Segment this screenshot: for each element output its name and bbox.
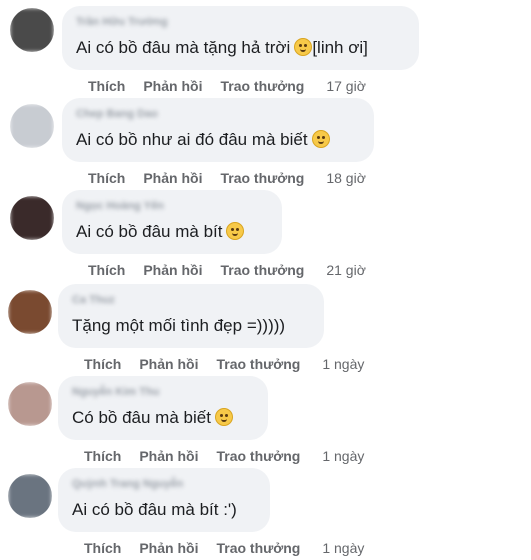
avatar[interactable] bbox=[10, 196, 54, 240]
comment-author[interactable]: Quỳnh Trang Nguyễn bbox=[72, 478, 256, 492]
reward-button[interactable]: Trao thưởng bbox=[220, 78, 304, 94]
like-button[interactable]: Thích bbox=[84, 540, 121, 556]
comment-bubble: Ca Thuz Tặng một mối tình đẹp =))))) bbox=[58, 284, 324, 348]
avatar[interactable] bbox=[10, 104, 54, 148]
comment-author[interactable]: Ca Thuz bbox=[72, 294, 310, 308]
comment-timestamp[interactable]: 1 ngày bbox=[322, 540, 364, 556]
reply-button[interactable]: Phản hồi bbox=[143, 262, 202, 278]
comment-text: Ai có bồ đâu mà tặng hả trời [linh ơi] bbox=[76, 38, 368, 57]
avatar[interactable] bbox=[10, 8, 54, 52]
comment-author[interactable]: Trần Hữu Trường bbox=[76, 16, 405, 30]
laughing-tears-emoji bbox=[294, 38, 313, 56]
comment-author[interactable]: Nguyễn Kim Thu bbox=[72, 386, 254, 400]
comment-text: Có bồ đâu mà biết bbox=[72, 408, 254, 428]
reply-button[interactable]: Phản hồi bbox=[139, 540, 198, 556]
like-button[interactable]: Thích bbox=[88, 170, 125, 186]
comment-text: Tặng một mối tình đẹp =))))) bbox=[72, 316, 286, 335]
comment-item: Chep Bang Dao Ai có bồ như ai đó đâu mà … bbox=[0, 98, 531, 190]
comment-text: Ai có bồ đâu mà bít :') bbox=[72, 500, 237, 519]
reply-button[interactable]: Phản hồi bbox=[139, 356, 198, 372]
comment-text: Ai có bồ như ai đó đâu mà biết bbox=[76, 130, 360, 150]
comment-actions: Thích Phản hồi Trao thưởng 1 ngày bbox=[84, 540, 364, 556]
comment-bubble: Chep Bang Dao Ai có bồ như ai đó đâu mà … bbox=[62, 98, 374, 162]
comment-timestamp[interactable]: 18 giờ bbox=[326, 170, 366, 186]
comment-timestamp[interactable]: 21 giờ bbox=[326, 262, 366, 278]
comment-timestamp[interactable]: 1 ngày bbox=[322, 356, 364, 372]
like-button[interactable]: Thích bbox=[84, 356, 121, 372]
comment-item: Ca Thuz Tặng một mối tình đẹp =))))) Thí… bbox=[0, 284, 531, 376]
comment-actions: Thích Phản hồi Trao thưởng 17 giờ bbox=[88, 78, 366, 94]
comment-timestamp[interactable]: 17 giờ bbox=[326, 78, 366, 94]
rolling-eyes-emoji bbox=[311, 130, 330, 148]
comment-item: Quỳnh Trang Nguyễn Ai có bồ đâu mà bít :… bbox=[0, 468, 531, 560]
like-button[interactable]: Thích bbox=[84, 448, 121, 464]
sad-emoji bbox=[214, 408, 233, 426]
comment-bubble: Ngọc Hoàng Yến Ai có bồ đâu mà bít bbox=[62, 190, 282, 254]
comment-actions: Thích Phản hồi Trao thưởng 1 ngày bbox=[84, 448, 364, 464]
like-button[interactable]: Thích bbox=[88, 262, 125, 278]
comment-item: Nguyễn Kim Thu Có bồ đâu mà biết Thích Ph… bbox=[0, 376, 531, 468]
reply-button[interactable]: Phản hồi bbox=[143, 170, 202, 186]
reply-button[interactable]: Phản hồi bbox=[139, 448, 198, 464]
comment-bubble: Trần Hữu Trường Ai có bồ đâu mà tặng hả … bbox=[62, 6, 419, 70]
comment-timestamp[interactable]: 1 ngày bbox=[322, 448, 364, 464]
crying-emoji bbox=[226, 222, 245, 240]
reward-button[interactable]: Trao thưởng bbox=[216, 540, 300, 556]
avatar[interactable] bbox=[8, 474, 52, 518]
like-button[interactable]: Thích bbox=[88, 78, 125, 94]
comment-actions: Thích Phản hồi Trao thưởng 18 giờ bbox=[88, 170, 366, 186]
avatar[interactable] bbox=[8, 290, 52, 334]
reward-button[interactable]: Trao thưởng bbox=[216, 356, 300, 372]
comment-text: Ai có bồ đâu mà bít bbox=[76, 222, 268, 242]
comment-bubble: Quỳnh Trang Nguyễn Ai có bồ đâu mà bít :… bbox=[58, 468, 270, 532]
comment-item: Ngọc Hoàng Yến Ai có bồ đâu mà bít Thích… bbox=[0, 190, 531, 282]
comment-author[interactable]: Ngọc Hoàng Yến bbox=[76, 200, 268, 214]
comment-actions: Thích Phản hồi Trao thưởng 1 ngày bbox=[84, 356, 364, 372]
avatar[interactable] bbox=[8, 382, 52, 426]
reward-button[interactable]: Trao thưởng bbox=[220, 170, 304, 186]
reward-button[interactable]: Trao thưởng bbox=[220, 262, 304, 278]
comment-bubble: Nguyễn Kim Thu Có bồ đâu mà biết bbox=[58, 376, 268, 440]
reward-button[interactable]: Trao thưởng bbox=[216, 448, 300, 464]
comment-author[interactable]: Chep Bang Dao bbox=[76, 108, 360, 122]
reply-button[interactable]: Phản hồi bbox=[143, 78, 202, 94]
comment-actions: Thích Phản hồi Trao thưởng 21 giờ bbox=[88, 262, 366, 278]
comment-item: Trần Hữu Trường Ai có bồ đâu mà tặng hả … bbox=[0, 6, 531, 98]
